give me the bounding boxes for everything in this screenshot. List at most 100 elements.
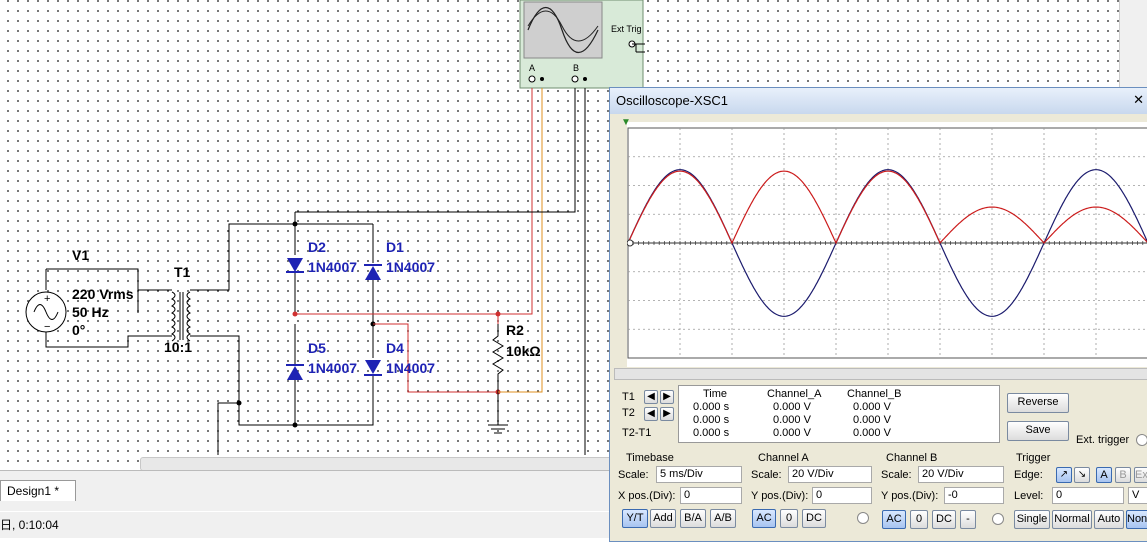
channel-b-scale-label: Scale: <box>881 469 912 481</box>
t2-right-arrow-icon[interactable]: ▶ <box>660 407 674 421</box>
diode-d2-symbol <box>287 258 303 272</box>
t1-left-arrow-icon[interactable]: ◀ <box>644 390 658 404</box>
trigger-source-b-button[interactable]: B <box>1115 467 1131 483</box>
design-tab[interactable]: Design1 * <box>0 480 76 501</box>
resistor-r2-symbol <box>492 324 504 425</box>
trigger-mode-none-button[interactable]: None <box>1126 510 1147 529</box>
channel-a-dc-button[interactable]: DC <box>802 509 826 528</box>
oscilloscope-title[interactable]: Oscilloscope-XSC1 <box>610 88 1147 114</box>
channel-b-ypos-input[interactable]: -0 <box>944 487 1004 504</box>
trigger-marker-icon: ▼ <box>621 117 631 128</box>
channel-b-zero-button[interactable]: 0 <box>910 510 928 529</box>
resistor-name[interactable]: R2 <box>506 322 524 338</box>
readout-cell: 0.000 s <box>693 427 730 439</box>
cursor-t2t1-label: T2-T1 <box>622 427 652 439</box>
channel-a-terminal-icon[interactable] <box>857 512 869 524</box>
channel-b-minus-button[interactable]: - <box>960 510 976 529</box>
trigger-level-label: Level: <box>1014 490 1044 502</box>
diode-d1-name[interactable]: D1 <box>386 239 404 255</box>
readout-cell: 0.000 V <box>853 427 891 439</box>
transformer-ratio: 10:1 <box>164 339 193 355</box>
channel-b-ypos-label: Y pos.(Div): <box>881 490 939 502</box>
design-tab-bar <box>0 470 615 511</box>
diode-d1-model: 1N4007 <box>386 259 436 275</box>
channel-a-ac-button[interactable]: AC <box>752 509 776 528</box>
diode-d1-symbol <box>365 266 381 280</box>
save-button[interactable]: Save <box>1007 421 1069 441</box>
mode-ba-button[interactable]: B/A <box>680 509 706 528</box>
screen-scrollbar[interactable] <box>614 368 1147 380</box>
trigger-level-unit[interactable]: V <box>1128 487 1147 504</box>
channel-b-title: Channel B <box>886 452 938 464</box>
mode-ab-button[interactable]: A/B <box>710 509 736 528</box>
cursor-t1-label: T1 <box>622 391 635 403</box>
timebase-xpos-input[interactable]: 0 <box>680 487 742 504</box>
ext-trigger-terminal-icon[interactable] <box>1136 434 1147 446</box>
diode-d5-model: 1N4007 <box>308 360 358 376</box>
channel-a-scale-label: Scale: <box>751 469 782 481</box>
channel-a-zero-button[interactable]: 0 <box>780 509 798 528</box>
source-name[interactable]: V1 <box>72 247 89 263</box>
readout-cell: 0.000 V <box>773 401 811 413</box>
diode-d4-name[interactable]: D4 <box>386 340 404 356</box>
channel-b-terminal-icon[interactable] <box>992 513 1004 525</box>
channel-b-scale-input[interactable]: 20 V/Div <box>918 466 1004 483</box>
scope-ext-trig-label: Ext Trig <box>611 24 642 34</box>
timebase-scale-label: Scale: <box>618 469 649 481</box>
status-bar: 日, 0:10:04 <box>0 512 615 538</box>
diode-d2-model: 1N4007 <box>308 259 358 275</box>
rising-edge-icon[interactable]: ↗ <box>1056 467 1072 483</box>
scope-screen-icon <box>523 1 603 59</box>
source-voltage: 220 Vrms <box>72 286 134 302</box>
channel-a-ypos-input[interactable]: 0 <box>812 487 872 504</box>
t2-left-arrow-icon[interactable]: ◀ <box>644 407 658 421</box>
source-phase: 0° <box>72 322 86 338</box>
readout-header-time: Time <box>703 388 728 400</box>
falling-edge-icon[interactable]: ↘ <box>1074 467 1090 483</box>
cursor-t2-label: T2 <box>622 407 635 419</box>
timebase-xpos-label: X pos.(Div): <box>618 490 676 502</box>
readout-table: Time Channel_A Channel_B 0.000 s 0.000 V… <box>678 385 1000 443</box>
oscilloscope-screen <box>626 122 1147 367</box>
canvas-vertical-scrollbar[interactable] <box>1119 0 1147 90</box>
trigger-source-ext-button[interactable]: Ext <box>1134 467 1147 483</box>
scope-pin-a-label: A <box>529 63 536 73</box>
diode-d4-symbol <box>365 360 381 374</box>
reverse-button[interactable]: Reverse <box>1007 393 1069 413</box>
readout-cell: 0.000 s <box>693 414 730 426</box>
readout-cell: 0.000 V <box>853 401 891 413</box>
transformer-name[interactable]: T1 <box>174 264 190 280</box>
readout-cell: 0.000 V <box>773 414 811 426</box>
svg-text:+: + <box>44 293 50 305</box>
ext-trigger-label: Ext. trigger <box>1076 434 1130 446</box>
mode-add-button[interactable]: Add <box>650 509 676 528</box>
t1-right-arrow-icon[interactable]: ▶ <box>660 390 674 404</box>
timebase-scale-input[interactable]: 5 ms/Div <box>656 466 742 483</box>
diode-d4-model: 1N4007 <box>386 360 436 376</box>
trigger-mode-single-button[interactable]: Single <box>1014 510 1050 529</box>
diode-d5-symbol <box>287 366 303 380</box>
diode-d2-name[interactable]: D2 <box>308 239 326 255</box>
trigger-source-a-button[interactable]: A <box>1096 467 1112 483</box>
readout-header-b: Channel_B <box>847 388 902 400</box>
source-frequency: 50 Hz <box>72 304 109 320</box>
scope-pin-b-label: B <box>573 63 580 73</box>
readout-cell: 0.000 V <box>773 427 811 439</box>
channel-b-dc-button[interactable]: DC <box>932 510 956 529</box>
trigger-title: Trigger <box>1016 452 1051 464</box>
channel-b-ac-button[interactable]: AC <box>882 510 906 529</box>
mode-yt-button[interactable]: Y/T <box>622 509 648 528</box>
trace-origin-marker <box>626 239 634 247</box>
readout-header-a: Channel_A <box>767 388 822 400</box>
ground-symbol <box>488 424 508 434</box>
oscilloscope-window: Oscilloscope-XSC1 ✕ ▼ T1 T2 T2-T1 ◀ ▶ ◀ … <box>609 87 1147 542</box>
canvas-horizontal-scrollbar[interactable] <box>140 457 612 471</box>
diode-d5-name[interactable]: D5 <box>308 340 326 356</box>
trigger-level-input[interactable]: 0 <box>1052 487 1124 504</box>
timebase-title: Timebase <box>626 452 674 464</box>
trigger-mode-normal-button[interactable]: Normal <box>1052 510 1092 529</box>
trigger-mode-auto-button[interactable]: Auto <box>1094 510 1124 529</box>
trigger-edge-label: Edge: <box>1014 469 1043 481</box>
channel-a-scale-input[interactable]: 20 V/Div <box>788 466 872 483</box>
close-icon[interactable]: ✕ <box>1133 92 1144 108</box>
